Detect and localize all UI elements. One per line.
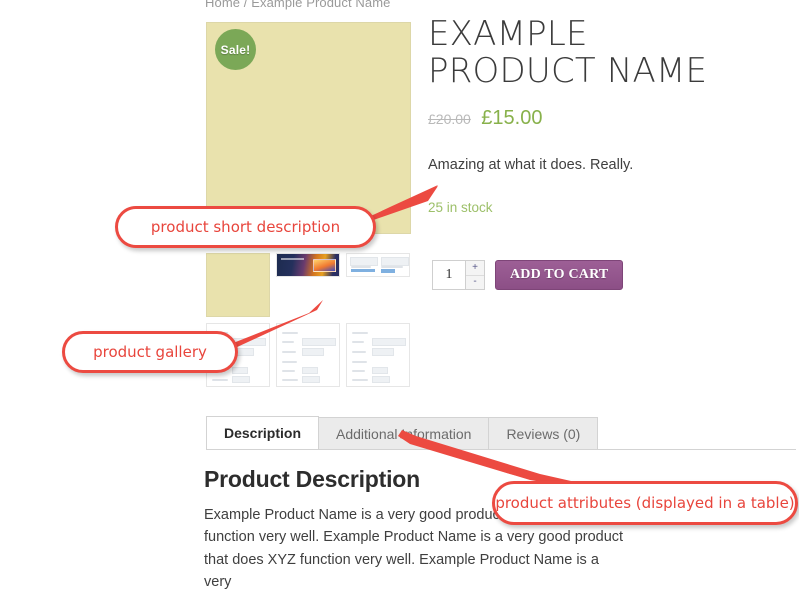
tab-spacer [597, 448, 796, 449]
annotation-attributes: product attributes (displayed in a table… [492, 481, 798, 525]
thumbnail-image [347, 254, 409, 276]
tab-description[interactable]: Description [206, 416, 320, 449]
breadcrumb[interactable]: Home / Example Product Name [205, 0, 391, 10]
price-sale: £15.00 [481, 107, 543, 130]
thumbnail-image [277, 254, 339, 276]
quantity-stepper[interactable]: + - [432, 260, 485, 290]
annotation-short-description: product short description [115, 206, 376, 248]
gallery-thumb-screenshot-4[interactable] [276, 323, 340, 387]
product-gallery [206, 253, 421, 393]
quantity-buttons: + - [465, 261, 484, 289]
product-main-image[interactable]: Sale! [206, 22, 411, 234]
stock-status: 25 in stock [428, 199, 493, 215]
tab-additional-information[interactable]: Additional Information [318, 417, 490, 449]
sale-badge: Sale! [215, 29, 256, 70]
product-summary: EXAMPLE PRODUCT NAME £20.00 £15.00 Amazi… [428, 16, 758, 215]
price-original: £20.00 [428, 111, 471, 128]
gallery-thumb-main[interactable] [206, 253, 270, 317]
price-row: £20.00 £15.00 [428, 107, 758, 130]
tab-reviews[interactable]: Reviews (0) [488, 417, 599, 449]
quantity-input[interactable] [433, 261, 465, 289]
gallery-row [206, 323, 421, 387]
quantity-decrease-button[interactable]: - [466, 275, 484, 289]
annotation-gallery: product gallery [62, 331, 238, 373]
product-short-description: Amazing at what it does. Really. [428, 157, 634, 174]
quantity-increase-button[interactable]: + [466, 261, 484, 276]
gallery-thumb-screenshot-5[interactable] [346, 323, 410, 387]
gallery-row [206, 253, 421, 317]
gallery-thumb-screenshot-1[interactable] [276, 253, 340, 277]
product-page: Home / Example Product Name Sale! EXAMPL… [0, 0, 799, 590]
add-to-cart-button[interactable]: ADD TO CART [495, 260, 624, 290]
thumbnail-image [277, 324, 339, 386]
product-tabs: Description Additional Information Revie… [206, 416, 796, 450]
add-to-cart-form: + - ADD TO CART [432, 260, 624, 290]
gallery-thumb-screenshot-2[interactable] [346, 253, 410, 277]
thumbnail-image [347, 324, 409, 386]
page-title: EXAMPLE PRODUCT NAME [428, 14, 708, 91]
